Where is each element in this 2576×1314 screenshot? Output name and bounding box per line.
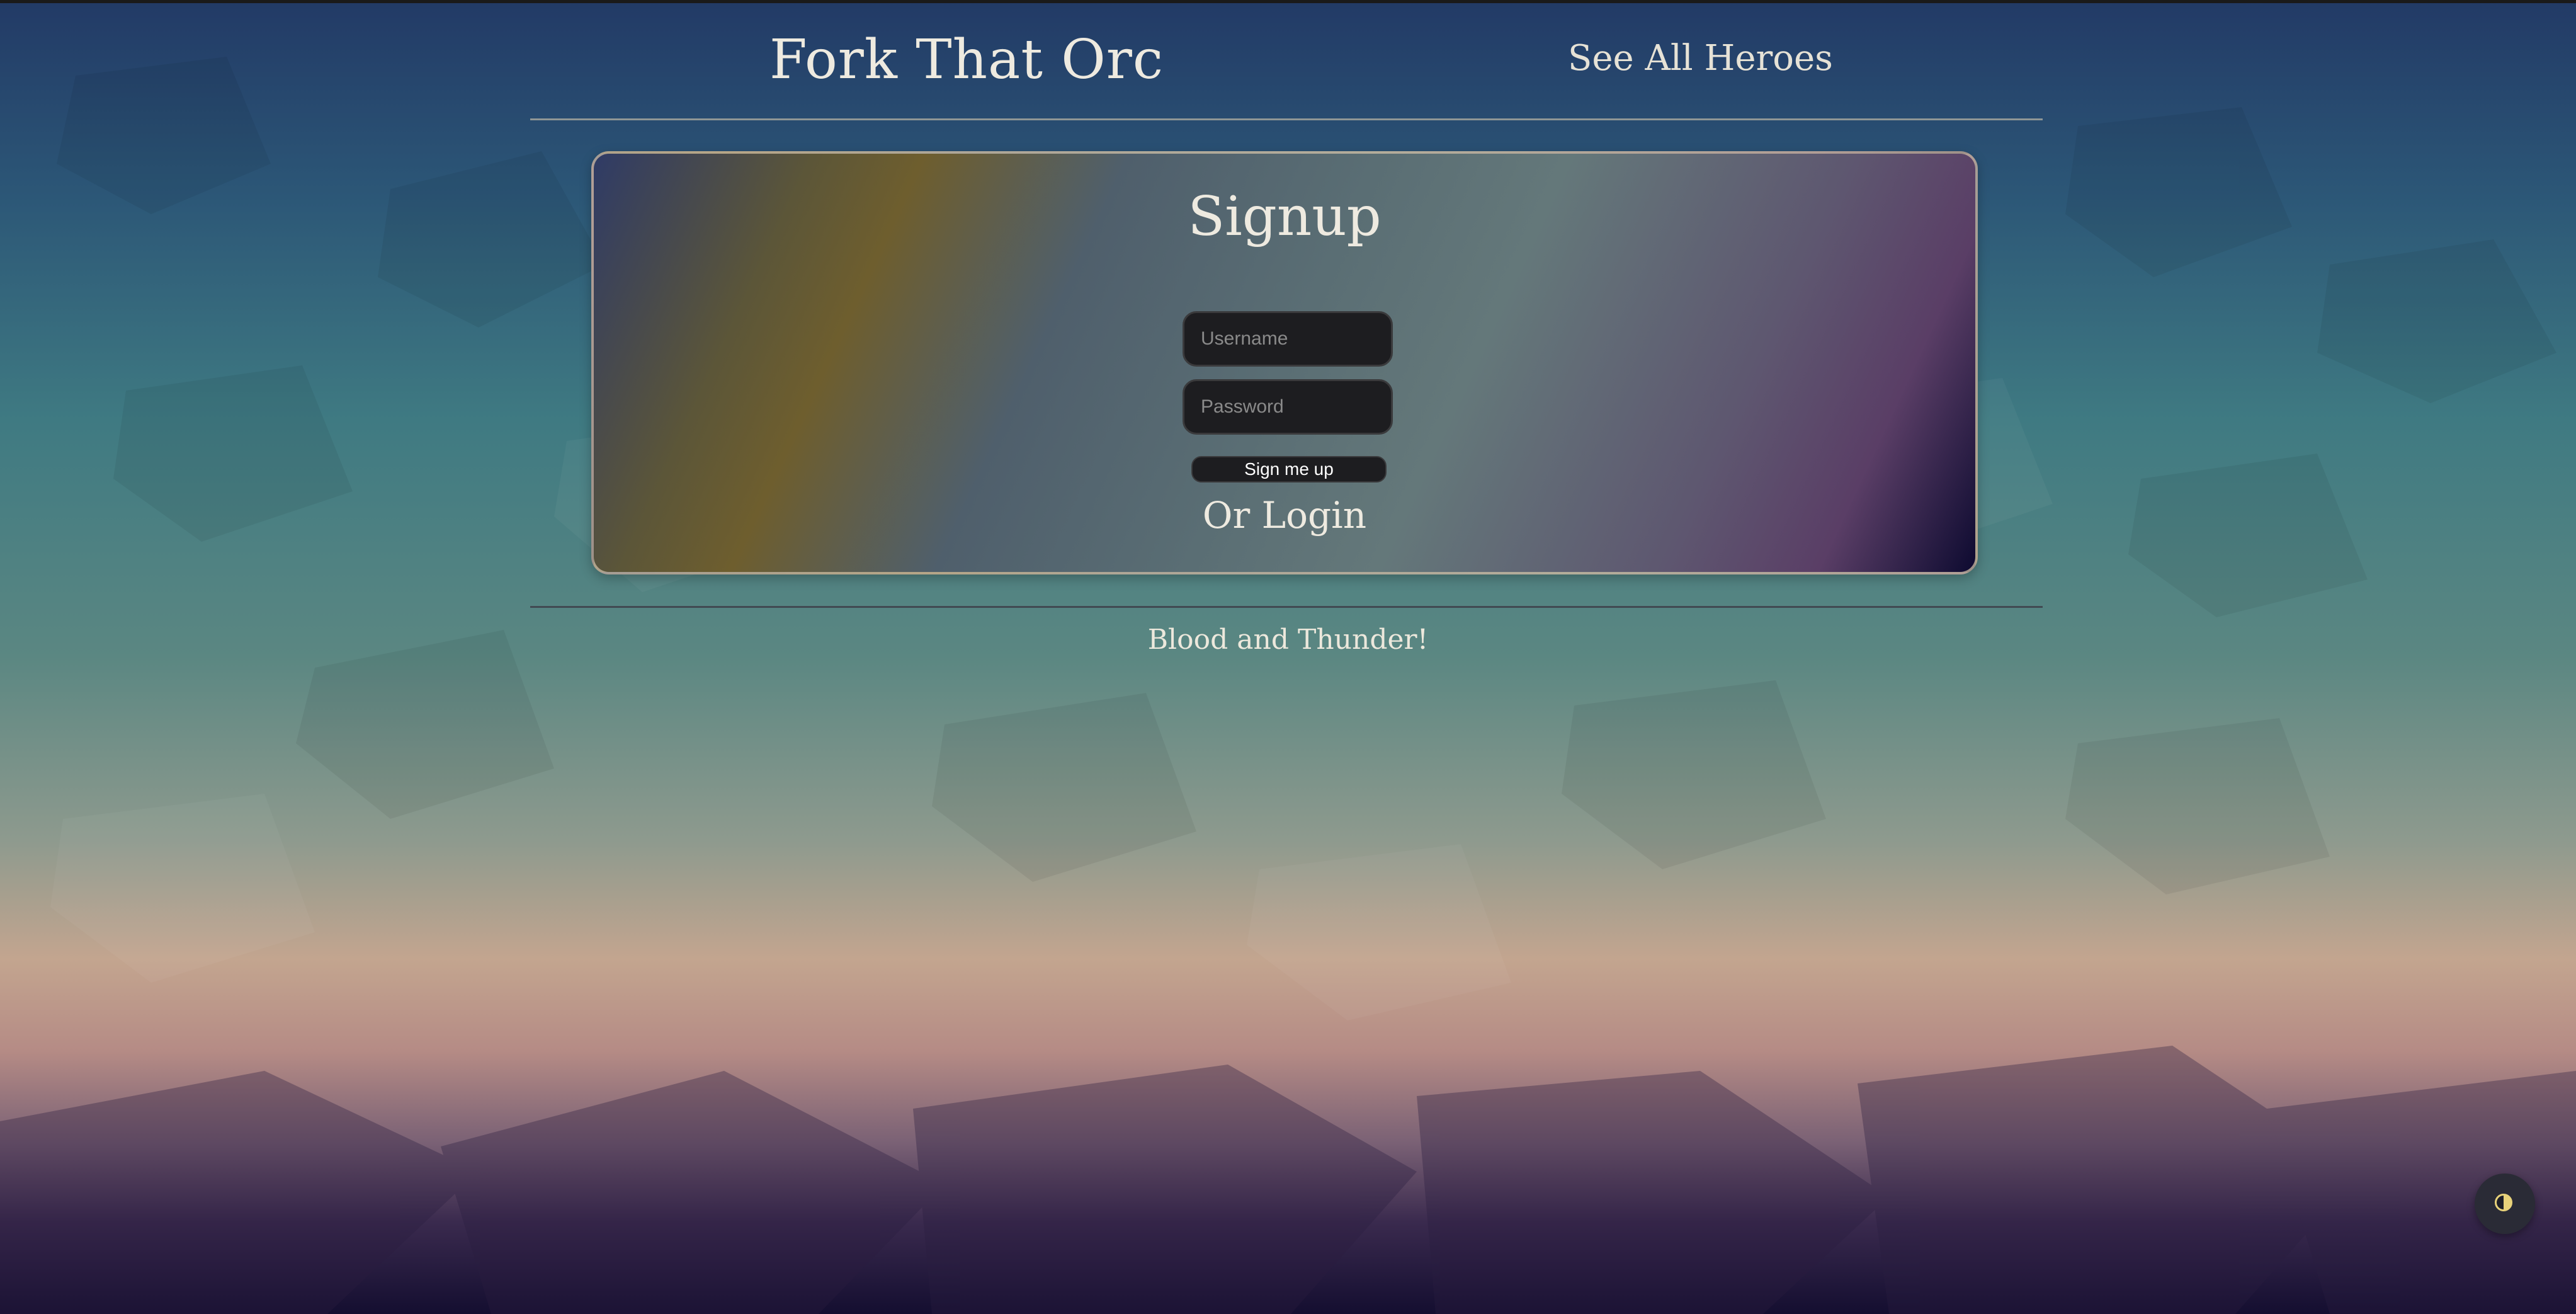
- theme-toggle-button[interactable]: [2475, 1174, 2535, 1234]
- footer-divider: [530, 606, 2043, 608]
- half-circle-contrast-icon: [2495, 1194, 2512, 1211]
- signup-card: Signup Sign me up Or Login: [591, 151, 1978, 574]
- site-header: Fork That Orc See All Heroes: [530, 3, 2043, 120]
- sign-me-up-button[interactable]: Sign me up: [1191, 456, 1387, 483]
- or-login-link[interactable]: Or Login: [594, 494, 1975, 537]
- signup-title: Signup: [1188, 185, 1382, 248]
- footer-tagline: Blood and Thunder!: [1147, 624, 1429, 656]
- username-input[interactable]: [1183, 311, 1393, 367]
- see-all-heroes-link[interactable]: See All Heroes: [1568, 38, 1833, 79]
- password-input[interactable]: [1183, 379, 1393, 435]
- site-title[interactable]: Fork That Orc: [769, 28, 1164, 91]
